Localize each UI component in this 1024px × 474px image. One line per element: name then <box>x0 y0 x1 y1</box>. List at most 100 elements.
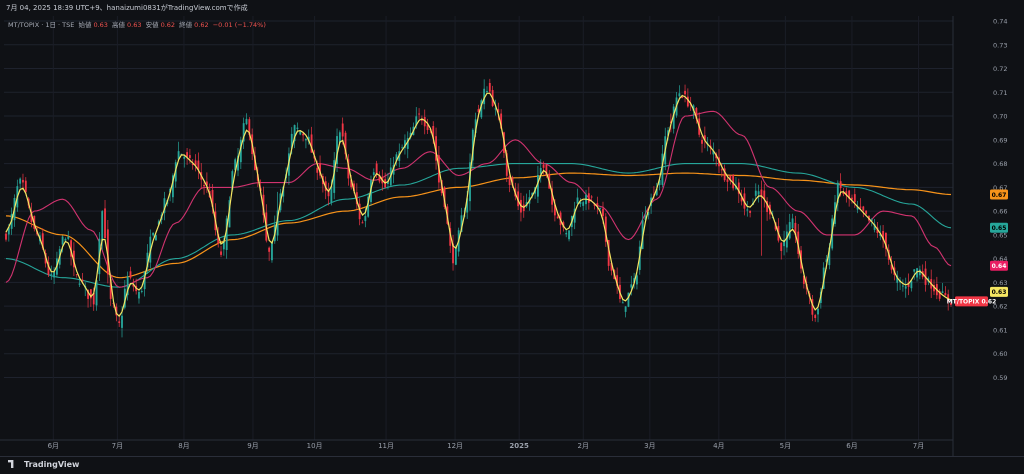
x-tick-label: 3月 <box>644 442 655 450</box>
candle-body <box>101 211 104 242</box>
candle-body <box>941 291 944 294</box>
candle-body <box>203 184 205 187</box>
time-axis: 6月 7月 8月 9月 10月 11月 12月 2025 2月 3月 4月 5月 6月 7月 <box>48 442 925 450</box>
candle-body <box>341 123 344 137</box>
candle-body <box>862 206 865 211</box>
legend-symbol[interactable]: MT/TOPIX · 1日 · TSE <box>8 21 74 29</box>
candle-body <box>757 191 760 195</box>
candle-body <box>372 172 375 175</box>
candle-body <box>624 306 627 312</box>
candle-body <box>271 242 273 261</box>
candle-body <box>599 207 602 209</box>
candle-body <box>19 178 22 184</box>
x-tick-label: 8月 <box>178 442 189 450</box>
y-tick-label: 0.68 <box>993 160 1007 168</box>
candle-body <box>488 82 491 92</box>
legend-low-label: 安値 <box>145 21 159 29</box>
candle-body <box>61 236 64 245</box>
footer-bar: TradingView <box>0 456 1024 474</box>
candle-body <box>64 238 67 241</box>
candle-body <box>302 133 305 136</box>
chart-grid <box>4 16 953 440</box>
candle-body <box>720 169 723 171</box>
caption-text: 7月 04, 2025 18:39 UTC+9、hanaizumi0831がTr… <box>6 4 248 12</box>
price-badge-label: 0.67 <box>992 192 1007 199</box>
x-tick-label: 9月 <box>247 442 258 450</box>
y-tick-label: 0.74 <box>993 18 1007 26</box>
y-tick-label: 0.71 <box>993 89 1007 97</box>
candle-body <box>576 197 579 204</box>
x-tick-label: 10月 <box>307 442 323 450</box>
candle-body <box>587 193 590 203</box>
price-badge-label: 0.65 <box>992 225 1007 232</box>
candle-body <box>913 269 916 272</box>
candle-body <box>684 90 686 95</box>
candle-body <box>582 202 585 206</box>
tradingview-logo[interactable]: TradingView <box>8 460 79 469</box>
candle-body <box>726 179 729 182</box>
candle-body <box>853 194 856 203</box>
x-tick-label: 5月 <box>780 442 791 450</box>
candle-body <box>542 164 545 168</box>
tradingview-brand-text: TradingView <box>24 460 80 469</box>
candle-body <box>780 242 783 251</box>
candle-body <box>791 218 794 228</box>
x-tick-label: 4月 <box>713 442 724 450</box>
y-tick-label: 0.73 <box>993 41 1007 49</box>
candle-body <box>152 232 155 236</box>
candle-body <box>78 283 81 285</box>
candle-body <box>188 155 191 158</box>
candle-body <box>630 284 633 288</box>
x-tick-label: 2月 <box>578 442 589 450</box>
legend-open-value: 0.63 <box>93 21 108 29</box>
candle-body <box>565 232 568 235</box>
price-badge-label: 0.63 <box>992 289 1007 296</box>
x-tick-label: 11月 <box>378 442 394 450</box>
candle-body <box>22 179 24 183</box>
candle-body <box>817 308 819 315</box>
candle-body <box>296 127 299 129</box>
legend-open-label: 始値 <box>78 21 92 29</box>
legend-high-value: 0.63 <box>127 21 142 29</box>
candle-body <box>304 138 307 141</box>
candle-body <box>220 251 222 255</box>
legend-close-label: 終値 <box>179 21 193 29</box>
y-tick-label: 0.69 <box>993 136 1007 144</box>
price-axis: 0.59 0.60 0.61 0.62 0.63 0.64 0.65 0.66 0.67 0.68… <box>0 16 1007 456</box>
candle-body <box>788 222 791 239</box>
legend-low-value: 0.62 <box>160 21 176 29</box>
candle-body <box>118 321 121 323</box>
y-tick-label: 0.66 <box>993 208 1007 216</box>
candle-body <box>186 152 188 157</box>
legend-close-value: 0.62 <box>194 21 209 29</box>
candle-body <box>621 302 624 304</box>
candle-body <box>901 285 904 287</box>
candle-body <box>245 118 248 125</box>
candle-body <box>50 273 53 275</box>
candle-body <box>568 230 570 240</box>
candle-body <box>944 293 947 296</box>
candle-body <box>104 208 106 239</box>
y-tick-label: 0.59 <box>993 374 1007 382</box>
candle-body <box>24 180 27 193</box>
x-tick-label: 6月 <box>48 442 59 450</box>
candle-body <box>53 271 56 278</box>
price-badge-label: MT/TOPIX 0.62 <box>947 299 997 306</box>
candle-body <box>129 271 132 278</box>
snapshot-caption: 7月 04, 2025 18:39 UTC+9、hanaizumi0831がTr… <box>0 0 1024 16</box>
y-tick-label: 0.61 <box>993 326 1007 334</box>
candle-body <box>183 156 186 159</box>
tradingview-chart-window: 7月 04, 2025 18:39 UTC+9、hanaizumi0831がTr… <box>0 0 1024 474</box>
candle-body <box>361 222 364 224</box>
x-tick-label: 7月 <box>112 442 123 450</box>
legend-high-label: 高値 <box>112 21 126 29</box>
candle-body <box>121 315 123 328</box>
candle-body <box>754 190 757 196</box>
legend-change-value: −0.01 (−1.74%) <box>212 21 266 29</box>
candle-body <box>814 315 817 319</box>
x-tick-label: 12月 <box>447 442 463 450</box>
y-tick-label: 0.63 <box>993 279 1007 287</box>
candle-body <box>839 181 842 189</box>
price-chart[interactable]: 0.59 0.60 0.61 0.62 0.63 0.64 0.65 0.66 0.67 0.68… <box>0 16 1024 456</box>
candle-body <box>5 233 7 240</box>
